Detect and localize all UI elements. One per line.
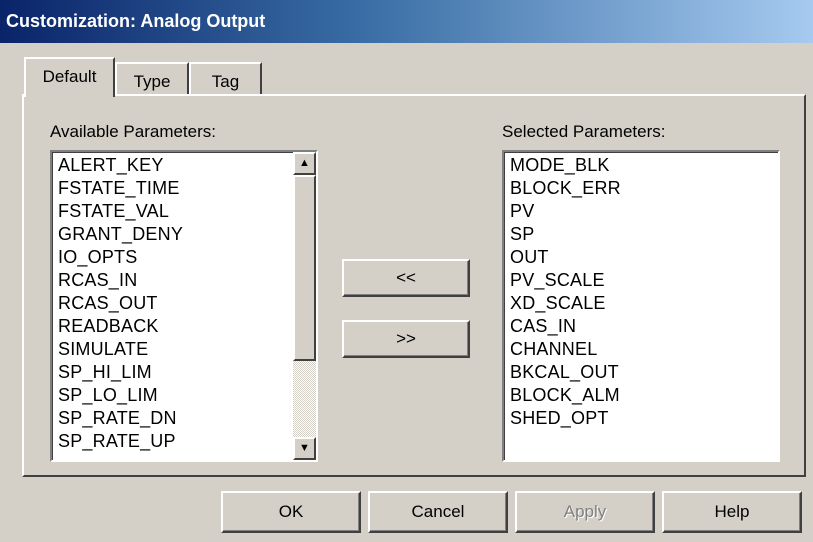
tab-panel-default: [22, 94, 806, 477]
apply-button[interactable]: Apply: [515, 491, 655, 533]
tab-type[interactable]: Type: [115, 62, 189, 94]
cancel-button[interactable]: Cancel: [368, 491, 508, 533]
ok-button[interactable]: OK: [221, 491, 361, 533]
tab-tag[interactable]: Tag: [189, 62, 262, 94]
window-title: Customization: Analog Output: [0, 0, 813, 43]
help-button[interactable]: Help: [662, 491, 802, 533]
tab-default[interactable]: Default: [24, 57, 115, 97]
